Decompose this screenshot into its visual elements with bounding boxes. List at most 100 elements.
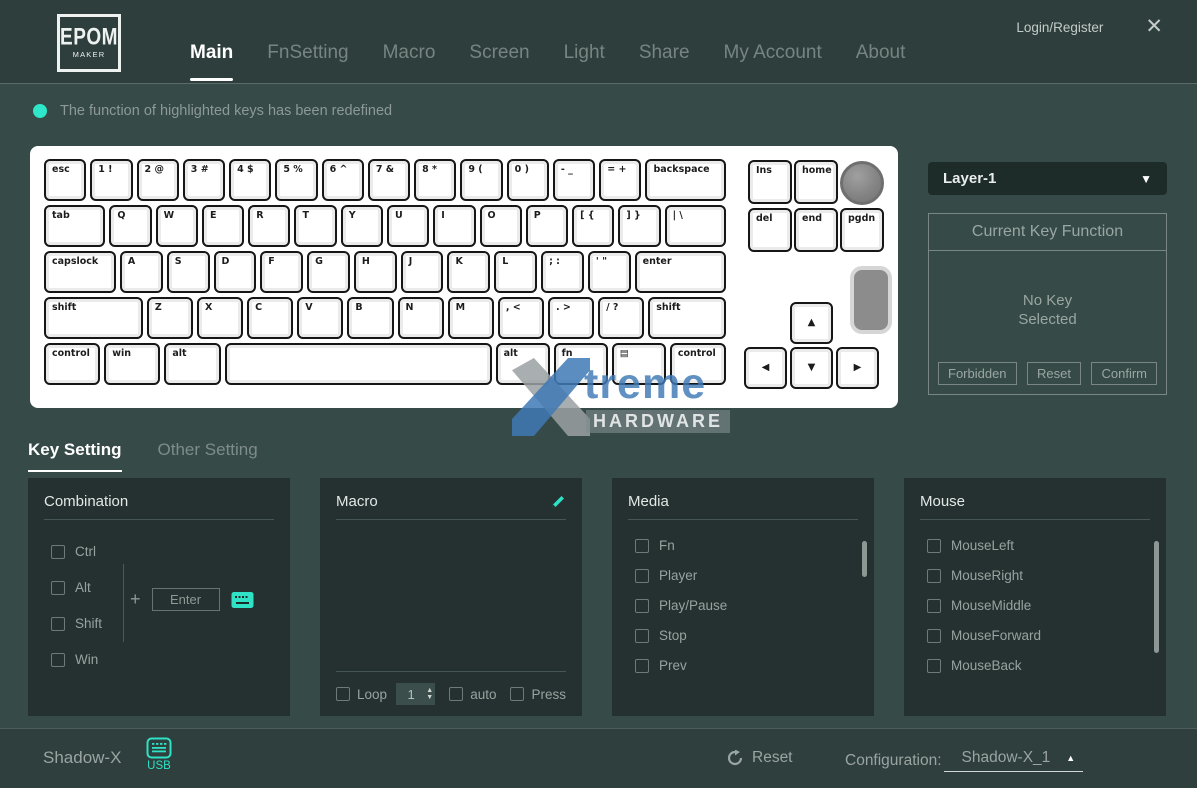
key-shift[interactable]: shift	[648, 297, 726, 339]
key-f[interactable]: F	[260, 251, 304, 293]
key-key[interactable]: ] }	[618, 205, 661, 247]
combination-option-shift[interactable]: Shift	[51, 616, 290, 631]
checkbox[interactable]	[635, 538, 649, 553]
key-del[interactable]: del	[748, 208, 792, 252]
layer-dropdown[interactable]: Layer-1 ▼	[928, 162, 1167, 195]
key-arrow-right[interactable]: ▶	[836, 347, 879, 389]
checkbox[interactable]	[635, 568, 649, 583]
key-3[interactable]: 3 #	[182, 159, 226, 201]
key-e[interactable]: E	[201, 205, 245, 247]
highlighted-key[interactable]	[854, 270, 888, 330]
key-c[interactable]: C	[247, 297, 294, 339]
tab-other-setting[interactable]: Other Setting	[158, 440, 258, 472]
key-win[interactable]: win	[104, 343, 161, 385]
key-6[interactable]: 6 ^	[321, 159, 364, 201]
key-1[interactable]: 1 !	[90, 159, 133, 201]
checkbox[interactable]	[927, 658, 941, 673]
media-option-fn[interactable]: Fn	[635, 538, 874, 553]
key-9[interactable]: 9 (	[460, 159, 503, 201]
key-j[interactable]: J	[400, 251, 444, 293]
close-icon[interactable]: ✕	[1145, 16, 1163, 37]
key-i[interactable]: I	[433, 205, 476, 247]
key-alt[interactable]: alt	[495, 343, 550, 385]
key-o[interactable]: O	[479, 205, 522, 247]
reset-button[interactable]: Reset	[727, 749, 793, 767]
mouse-option-mouseleft[interactable]: MouseLeft	[927, 538, 1166, 553]
key-key[interactable]: ' "	[587, 251, 631, 293]
nav-item-macro[interactable]: Macro	[366, 22, 453, 84]
nav-item-share[interactable]: Share	[622, 22, 707, 84]
checkbox[interactable]	[635, 658, 649, 673]
checkbox[interactable]	[51, 616, 65, 631]
key-key[interactable]: | \	[664, 205, 726, 247]
key-key[interactable]: . >	[547, 297, 595, 339]
key-pgdn[interactable]: pgdn	[840, 208, 884, 252]
forbidden-button[interactable]: Forbidden	[938, 362, 1017, 385]
checkbox[interactable]	[51, 544, 65, 559]
checkbox[interactable]	[635, 628, 649, 643]
media-scrollbar[interactable]	[862, 541, 867, 577]
configuration-dropdown[interactable]: Shadow-X_1 ▲	[943, 749, 1084, 772]
mouse-option-mouseright[interactable]: MouseRight	[927, 568, 1166, 583]
key-control[interactable]: control	[44, 343, 101, 385]
media-option-stop[interactable]: Stop	[635, 628, 874, 643]
keyboard-icon[interactable]	[231, 591, 254, 609]
nav-item-screen[interactable]: Screen	[452, 22, 546, 84]
key-y[interactable]: Y	[340, 205, 383, 247]
key-l[interactable]: L	[494, 251, 538, 293]
key-v[interactable]: V	[297, 297, 344, 339]
rotary-knob[interactable]	[840, 161, 884, 205]
key-r[interactable]: R	[248, 205, 291, 247]
edit-pencil-icon[interactable]	[550, 494, 566, 510]
stepper-up-icon[interactable]: ▲	[426, 687, 433, 694]
media-option-prev[interactable]: Prev	[635, 658, 874, 673]
nav-item-fnsetting[interactable]: FnSetting	[250, 22, 365, 84]
mouse-scrollbar[interactable]	[1154, 541, 1159, 653]
key-w[interactable]: W	[155, 205, 198, 247]
key-u[interactable]: U	[387, 205, 430, 247]
key-key[interactable]: = +	[599, 159, 642, 201]
nav-item-light[interactable]: Light	[547, 22, 622, 84]
key-alt[interactable]: alt	[164, 343, 221, 385]
checkbox[interactable]	[927, 538, 941, 553]
key-n[interactable]: N	[397, 297, 444, 339]
mouse-option-mouseback[interactable]: MouseBack	[927, 658, 1166, 673]
key-end[interactable]: end	[794, 208, 838, 252]
key-control[interactable]: control	[669, 343, 727, 385]
key-4[interactable]: 4 $	[229, 159, 272, 201]
key-menu[interactable]: ▤	[611, 343, 666, 385]
combination-option-ctrl[interactable]: Ctrl	[51, 544, 290, 559]
checkbox[interactable]	[927, 628, 941, 643]
key-m[interactable]: M	[447, 297, 494, 339]
checkbox[interactable]	[635, 598, 649, 613]
key-arrow-left[interactable]: ◀	[744, 347, 787, 389]
press-checkbox[interactable]	[510, 687, 525, 701]
key-8[interactable]: 8 *	[414, 159, 457, 201]
key-d[interactable]: D	[213, 251, 257, 293]
key-z[interactable]: Z	[146, 297, 193, 339]
stepper-down-icon[interactable]: ▼	[426, 694, 433, 701]
nav-item-main[interactable]: Main	[173, 22, 250, 84]
key-h[interactable]: H	[353, 251, 397, 293]
key-7[interactable]: 7 &	[367, 159, 411, 201]
reset-button[interactable]: Reset	[1027, 362, 1081, 385]
media-option-play-pause[interactable]: Play/Pause	[635, 598, 874, 613]
key-key[interactable]: ; :	[541, 251, 584, 293]
key-fn[interactable]: fn	[553, 343, 608, 385]
tab-key-setting[interactable]: Key Setting	[28, 440, 122, 472]
key-a[interactable]: A	[119, 251, 163, 293]
key-home[interactable]: home	[794, 160, 838, 204]
key-arrow-down[interactable]: ▼	[790, 347, 833, 389]
key-key[interactable]: - _	[552, 159, 596, 201]
combination-option-win[interactable]: Win	[51, 652, 290, 667]
loop-count-stepper[interactable]: 1 ▲ ▼	[396, 683, 436, 705]
key-g[interactable]: G	[307, 251, 350, 293]
key-capslock[interactable]: capslock	[44, 251, 116, 293]
key-key[interactable]: , <	[497, 297, 544, 339]
key-x[interactable]: X	[196, 297, 244, 339]
key-t[interactable]: T	[294, 205, 337, 247]
mouse-option-mouseforward[interactable]: MouseForward	[927, 628, 1166, 643]
key-p[interactable]: P	[525, 205, 569, 247]
key-2[interactable]: 2 @	[136, 159, 179, 201]
checkbox[interactable]	[51, 652, 65, 667]
